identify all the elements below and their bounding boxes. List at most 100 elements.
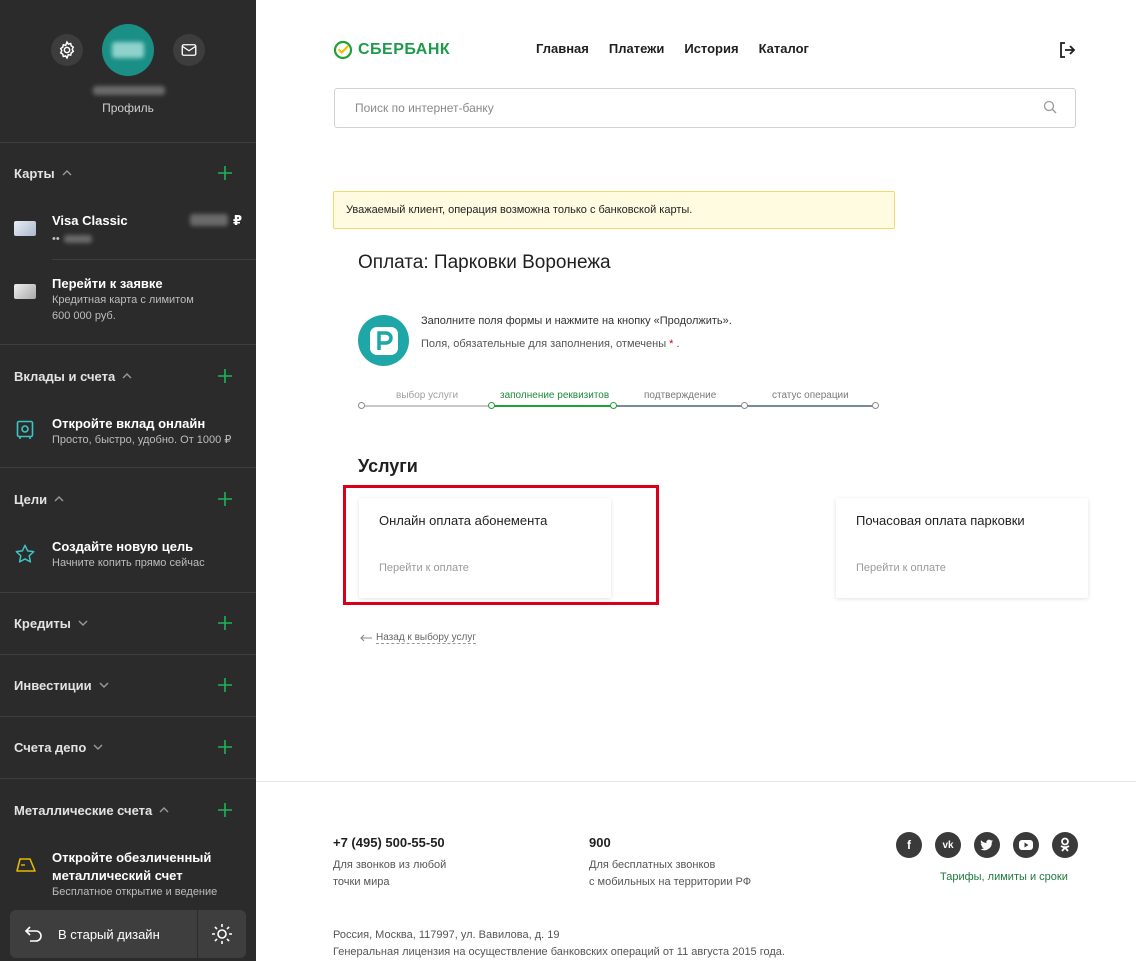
chevron-up-icon — [62, 170, 72, 176]
service-title: Почасовая оплата парковки — [856, 513, 1025, 528]
footer-phone-note-1: Для звонков из любой — [333, 859, 447, 871]
service-card-hourly[interactable]: Почасовая оплата парковки Перейти к опла… — [836, 498, 1088, 598]
divider — [0, 716, 256, 717]
chevron-down-icon — [78, 620, 88, 626]
twitter-icon[interactable] — [974, 832, 1000, 858]
profile-name-redacted — [93, 86, 165, 95]
goal-promo-title: Создайте новую цель — [52, 539, 194, 554]
required-fields-tail: . — [676, 338, 680, 350]
section-depo[interactable]: Счета депо — [14, 737, 244, 757]
card-apply-promo[interactable]: Перейти к заявке Кредитная карта с лимит… — [0, 268, 256, 338]
nav-history[interactable]: История — [684, 41, 738, 56]
metal-promo-sub: Бесплатное открытие и ведение — [52, 886, 218, 898]
deposit-promo[interactable]: Откройте вклад онлайн Просто, быстро, уд… — [0, 408, 256, 458]
add-investment-plus-icon[interactable] — [216, 676, 234, 694]
section-cards[interactable]: Карты — [14, 163, 244, 183]
section-investments-label: Инвестиции — [14, 677, 92, 693]
footer-short-note-2: с мобильных на территории РФ — [589, 876, 752, 888]
step-label-fill-details: заполнение реквизитов — [500, 390, 610, 401]
section-investments[interactable]: Инвестиции — [14, 675, 244, 695]
section-credits[interactable]: Кредиты — [14, 613, 244, 633]
profile-label[interactable]: Профиль — [0, 101, 256, 115]
deposit-promo-title: Откройте вклад онлайн — [52, 416, 206, 431]
step-label-select-service: выбор услуги — [396, 390, 459, 401]
card-only-notice: Уважаемый клиент, операция возможна толь… — [333, 191, 895, 229]
mail-icon — [181, 44, 197, 56]
red-highlight-frame — [343, 485, 659, 605]
section-goals-label: Цели — [14, 491, 48, 507]
card-visa-classic[interactable]: Visa Classic ₽ •• — [0, 205, 256, 259]
section-goals[interactable]: Цели — [14, 489, 244, 509]
metal-promo-title: Откройте обезличенный — [52, 850, 212, 865]
star-icon — [15, 544, 35, 563]
back-link-label: Назад к выбору услуг — [376, 632, 476, 644]
footer-phone-note: Для звонков из любой точки мира — [333, 857, 503, 891]
mail-button[interactable] — [173, 34, 205, 66]
services-heading: Услуги — [358, 456, 418, 476]
chevron-up-icon — [54, 496, 64, 502]
sun-theme-toggle-icon[interactable] — [210, 922, 234, 946]
section-metal[interactable]: Металлические счета — [14, 800, 244, 820]
search-icon[interactable] — [1043, 100, 1057, 114]
card-apply-title: Перейти к заявке — [52, 276, 163, 291]
add-credit-plus-icon[interactable] — [216, 614, 234, 632]
balance-redacted — [190, 214, 228, 226]
logout-icon[interactable] — [1058, 41, 1076, 59]
back-to-services-link[interactable]: Назад к выбору услуг — [360, 632, 476, 644]
search-box — [334, 88, 1076, 128]
chevron-down-icon — [99, 682, 109, 688]
nav-payments[interactable]: Платежи — [609, 41, 664, 56]
parking-provider-logo — [358, 315, 409, 366]
add-depo-plus-icon[interactable] — [216, 738, 234, 756]
nav-catalog[interactable]: Каталог — [759, 41, 809, 56]
step-dot-2 — [488, 402, 495, 409]
main-content: СБЕРБАНК Главная Платежи История Каталог… — [256, 0, 1136, 961]
nav-home[interactable]: Главная — [536, 41, 589, 56]
required-star: * — [669, 338, 674, 350]
safe-icon — [16, 420, 34, 439]
page-title: Оплата: Парковки Воронежа — [358, 252, 611, 273]
vk-icon[interactable]: vk — [935, 832, 961, 858]
facebook-icon[interactable]: f — [896, 832, 922, 858]
service-pay-link[interactable]: Перейти к оплате — [856, 562, 946, 574]
sidebar: Профиль Карты Visa Classic ₽ •• Перейти … — [0, 0, 256, 961]
divider — [0, 467, 256, 468]
tariffs-link[interactable]: Тарифы, лимиты и сроки — [940, 871, 1068, 883]
search-input[interactable] — [335, 89, 1035, 127]
card-apply-limit: 600 000 руб. — [52, 310, 116, 322]
odnoklassniki-icon[interactable] — [1052, 832, 1078, 858]
step-label-confirm: подтверждение — [644, 390, 717, 401]
divider — [0, 654, 256, 655]
avatar[interactable] — [102, 24, 154, 76]
add-metal-plus-icon[interactable] — [216, 801, 234, 819]
step-dot-5 — [872, 402, 879, 409]
card-number-redacted — [64, 235, 92, 243]
add-goal-plus-icon[interactable] — [216, 490, 234, 508]
goal-promo[interactable]: Создайте новую цель Начните копить прямо… — [0, 531, 256, 581]
card-masked-number: •• — [52, 233, 60, 245]
add-card-plus-icon[interactable] — [216, 164, 234, 182]
youtube-icon[interactable] — [1013, 832, 1039, 858]
metal-promo[interactable]: Откройте обезличенный металлический счет… — [0, 842, 256, 902]
section-credits-label: Кредиты — [14, 615, 71, 631]
section-cards-label: Карты — [14, 165, 55, 181]
settings-button[interactable] — [51, 34, 83, 66]
old-design-button[interactable]: В старый дизайн — [10, 910, 196, 958]
bank-card-icon — [14, 284, 36, 299]
footer-short-note-1: Для бесплатных звонков — [589, 859, 716, 871]
footer-short-number-note: Для бесплатных звонков с мобильных на те… — [589, 857, 789, 891]
divider — [197, 910, 198, 958]
parking-p-icon — [369, 326, 398, 355]
design-switch-bar: В старый дизайн — [10, 910, 246, 958]
divider — [0, 778, 256, 779]
add-deposit-plus-icon[interactable] — [216, 367, 234, 385]
footer-phone[interactable]: +7 (495) 500-55-50 — [333, 835, 445, 850]
sberbank-logo[interactable]: СБЕРБАНК — [333, 40, 450, 60]
footer-short-number[interactable]: 900 — [589, 835, 611, 850]
divider — [0, 592, 256, 593]
card-currency: ₽ — [233, 213, 243, 228]
section-deposits[interactable]: Вклады и счета — [14, 366, 244, 386]
step-dot-1 — [358, 402, 365, 409]
logo-text: СБЕРБАНК — [358, 41, 451, 58]
section-metal-label: Металлические счета — [14, 802, 153, 818]
